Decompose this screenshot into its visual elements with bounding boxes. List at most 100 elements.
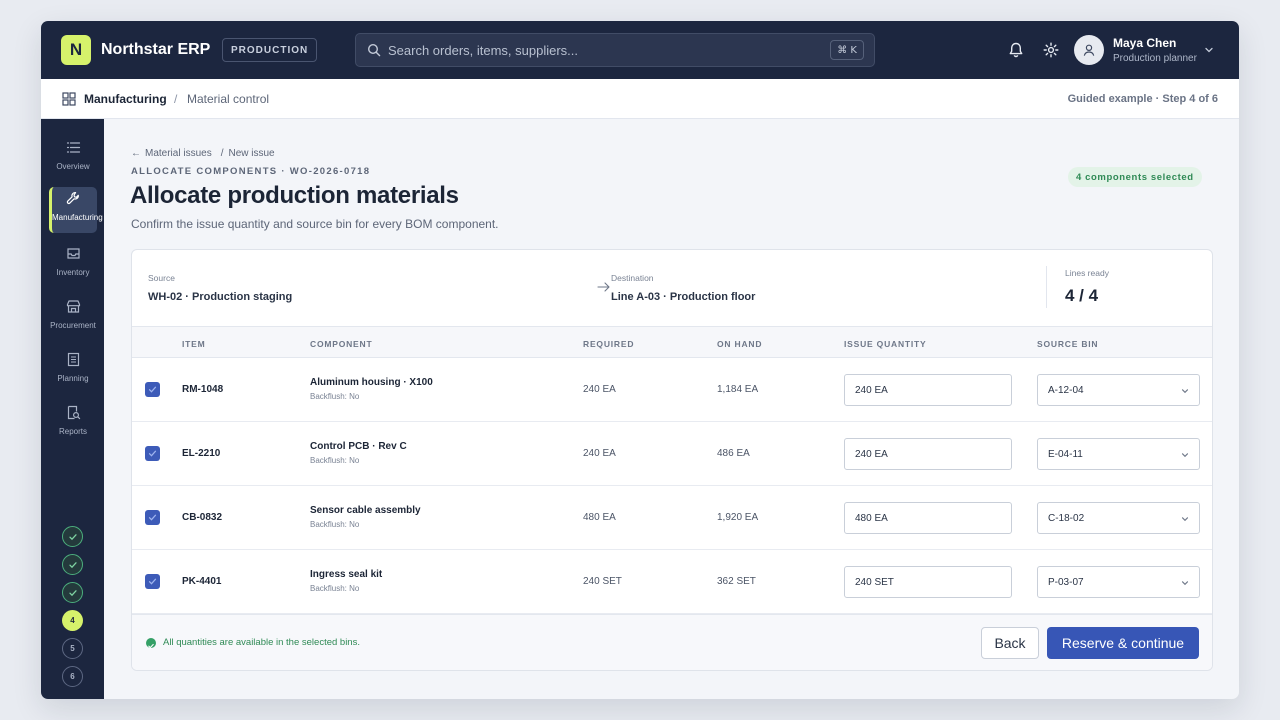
user-name[interactable]: Maya Chen — [1113, 36, 1176, 50]
document-icon — [67, 352, 80, 367]
on-hand-qty: 1,184 EA — [717, 384, 759, 395]
column-header-on-hand: ON HAND — [717, 339, 763, 349]
step-1-complete — [62, 526, 83, 547]
arrow-left-icon: ← — [131, 148, 141, 159]
table-row: PK-4401 Ingress seal kit Backflush: No 2… — [132, 550, 1212, 614]
breadcrumb-section[interactable]: Manufacturing — [84, 92, 167, 106]
user-icon — [1083, 44, 1095, 56]
source-bin-value: C-18-02 — [1048, 513, 1085, 524]
sidebar-item-manufacturing[interactable]: Manufacturing — [49, 187, 103, 233]
source-bin-select[interactable]: E-04-11 — [1037, 438, 1200, 470]
sidebar-item-label: Planning — [57, 374, 89, 383]
sidebar-item-label: Procurement — [50, 321, 96, 330]
column-header-component: COMPONENT — [310, 339, 373, 349]
component-backflush: Backflush: No — [310, 520, 360, 529]
source-label: Source — [148, 273, 175, 283]
sidebar-item-planning[interactable]: Planning — [49, 348, 97, 392]
page-subtitle: Confirm the issue quantity and source bi… — [131, 217, 499, 231]
sidebar-item-overview[interactable]: Overview — [49, 136, 97, 180]
table-header: ITEM COMPONENT REQUIRED ON HAND ISSUE QU… — [132, 326, 1212, 358]
source-bin-select[interactable]: A-12-04 — [1037, 374, 1200, 406]
sidebar-item-procurement[interactable]: Procurement — [49, 295, 97, 339]
allocation-card: Source WH-02 · Production staging Destin… — [131, 249, 1213, 671]
app-logo[interactable]: N — [61, 35, 91, 65]
environment-badge: PRODUCTION — [222, 38, 318, 62]
step-4-current: 4 — [62, 610, 83, 631]
component-name: Ingress seal kit — [310, 569, 383, 580]
chevron-down-icon — [1181, 517, 1189, 522]
check-circle-icon — [146, 638, 156, 649]
sidebar-item-inventory[interactable]: Inventory — [49, 242, 97, 286]
source-bin-select[interactable]: C-18-02 — [1037, 502, 1200, 534]
component-name: Sensor cable assembly — [310, 505, 421, 516]
component-name: Aluminum housing · X100 — [310, 377, 433, 388]
check-icon — [148, 643, 154, 649]
row-checkbox[interactable] — [145, 382, 160, 397]
selection-count-badge: 4 components selected — [1068, 167, 1202, 187]
back-link-parent[interactable]: Material issues — [145, 148, 212, 159]
column-header-source-bin: SOURCE BIN — [1037, 339, 1099, 349]
issue-quantity-input[interactable] — [844, 566, 1012, 598]
component-backflush: Backflush: No — [310, 392, 360, 401]
column-header-item: ITEM — [182, 339, 206, 349]
list-icon — [66, 142, 81, 153]
check-icon — [68, 533, 77, 540]
reserve-continue-button[interactable]: Reserve & continue — [1047, 627, 1199, 659]
top-bar: N Northstar ERP PRODUCTION ⌘ K Maya Chen… — [41, 21, 1239, 79]
check-icon — [148, 514, 157, 521]
check-icon — [148, 386, 157, 393]
row-checkbox[interactable] — [145, 574, 160, 589]
chevron-down-icon — [1181, 581, 1189, 586]
card-footer: All quantities are available in the sele… — [132, 614, 1212, 670]
back-button[interactable]: Back — [981, 627, 1039, 659]
on-hand-qty: 362 SET — [717, 576, 756, 587]
sidebar-item-label: Overview — [56, 162, 90, 171]
component-name: Control PCB · Rev C — [310, 441, 407, 452]
global-search[interactable]: ⌘ K — [355, 33, 875, 67]
issue-quantity-input[interactable] — [844, 374, 1012, 406]
step-6: 6 — [62, 666, 83, 687]
bell-icon[interactable] — [1007, 41, 1025, 59]
issue-quantity-input[interactable] — [844, 438, 1012, 470]
source-bin-select[interactable]: P-03-07 — [1037, 566, 1200, 598]
avatar[interactable] — [1074, 35, 1104, 65]
source-bin-value: P-03-07 — [1048, 577, 1084, 588]
sidebar: Overview Manufacturing Inventory Procure… — [41, 119, 104, 699]
search-shortcut-hint: ⌘ K — [830, 40, 864, 60]
report-search-icon — [67, 405, 81, 420]
row-checkbox[interactable] — [145, 446, 160, 461]
app-name: Northstar ERP — [101, 41, 211, 58]
page-eyebrow: ALLOCATE COMPONENTS · WO-2026-0718 — [131, 166, 371, 177]
step-5: 5 — [62, 638, 83, 659]
app-window: N Northstar ERP PRODUCTION ⌘ K Maya Chen… — [41, 21, 1239, 699]
component-backflush: Backflush: No — [310, 584, 360, 593]
table-row: RM-1048 Aluminum housing · X100 Backflus… — [132, 358, 1212, 422]
table-row: CB-0832 Sensor cable assembly Backflush:… — [132, 486, 1212, 550]
table-row: EL-2210 Control PCB · Rev C Backflush: N… — [132, 422, 1212, 486]
sidebar-item-label: Reports — [58, 427, 87, 436]
required-qty: 240 EA — [583, 448, 616, 459]
item-code: PK-4401 — [182, 576, 222, 587]
on-hand-qty: 486 EA — [717, 448, 750, 459]
destination-label: Destination — [611, 273, 654, 283]
wrench-icon — [66, 192, 79, 205]
chevron-down-icon — [1181, 453, 1189, 458]
component-backflush: Backflush: No — [310, 456, 360, 465]
row-checkbox[interactable] — [145, 510, 160, 525]
check-icon — [68, 561, 77, 568]
sidebar-item-label: Manufacturing — [52, 213, 103, 222]
chevron-down-icon[interactable] — [1203, 44, 1215, 56]
search-icon — [367, 43, 381, 57]
sidebar-item-reports[interactable]: Reports — [49, 401, 97, 445]
divider — [1046, 266, 1047, 308]
chevron-down-icon — [1181, 389, 1189, 394]
gear-icon[interactable] — [1042, 41, 1060, 59]
destination-value: Line A-03 · Production floor — [611, 291, 756, 303]
back-link[interactable]: ← Material issues / New issue — [131, 148, 279, 159]
source-bin-value: A-12-04 — [1048, 385, 1084, 396]
check-icon — [68, 589, 77, 596]
search-input[interactable] — [388, 34, 828, 66]
issue-quantity-input[interactable] — [844, 502, 1012, 534]
column-header-issue-quantity: ISSUE QUANTITY — [844, 339, 927, 349]
item-code: CB-0832 — [182, 512, 223, 523]
